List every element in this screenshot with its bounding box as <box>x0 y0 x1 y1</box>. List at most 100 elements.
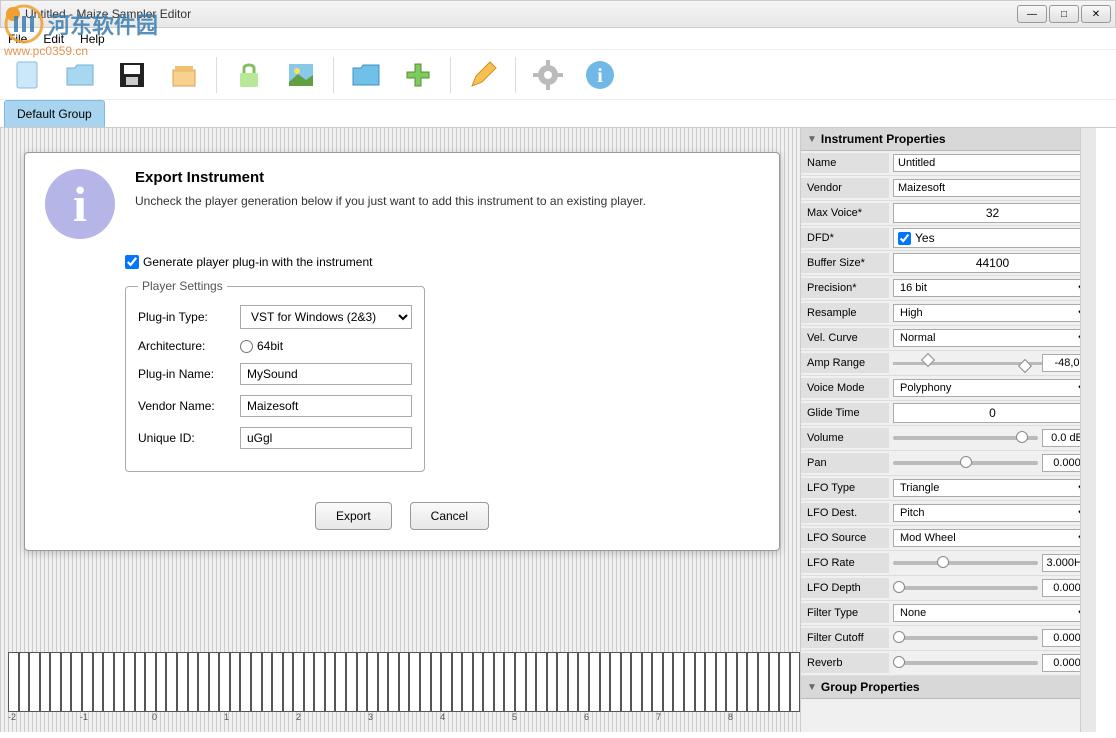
volume-slider[interactable] <box>893 436 1038 440</box>
piano-key[interactable] <box>388 652 399 712</box>
piano-key[interactable] <box>283 652 294 712</box>
instrument-properties-header[interactable]: ▼ Instrument Properties <box>801 128 1096 151</box>
box-icon[interactable] <box>164 55 204 95</box>
tab-default-group[interactable]: Default Group <box>4 100 105 127</box>
menu-help[interactable]: Help <box>80 32 105 46</box>
piano-key[interactable] <box>515 652 526 712</box>
cancel-button[interactable]: Cancel <box>410 502 489 530</box>
piano-key[interactable] <box>240 652 251 712</box>
maximize-button[interactable]: □ <box>1049 5 1079 23</box>
pencil-icon[interactable] <box>463 55 503 95</box>
piano-key[interactable] <box>716 652 727 712</box>
open-folder-icon[interactable] <box>60 55 100 95</box>
reverb-slider[interactable] <box>893 661 1038 665</box>
piano-key[interactable] <box>695 652 706 712</box>
piano-key[interactable] <box>29 652 40 712</box>
piano-key[interactable] <box>114 652 125 712</box>
filtertype-select[interactable]: None <box>893 604 1092 622</box>
filtercutoff-slider[interactable] <box>893 636 1038 640</box>
piano-key[interactable] <box>198 652 209 712</box>
piano-key[interactable] <box>103 652 114 712</box>
piano-key[interactable] <box>589 652 600 712</box>
lforate-slider[interactable] <box>893 561 1038 565</box>
piano-key[interactable] <box>747 652 758 712</box>
plus-icon[interactable] <box>398 55 438 95</box>
save-icon[interactable] <box>112 55 152 95</box>
piano-key[interactable] <box>642 652 653 712</box>
piano-key[interactable] <box>346 652 357 712</box>
precision-select[interactable]: 16 bit <box>893 279 1092 297</box>
piano-key[interactable] <box>779 652 790 712</box>
piano-key[interactable] <box>314 652 325 712</box>
piano-key[interactable] <box>177 652 188 712</box>
piano-key[interactable] <box>124 652 135 712</box>
piano-key[interactable] <box>431 652 442 712</box>
lock-icon[interactable] <box>229 55 269 95</box>
minimize-button[interactable]: — <box>1017 5 1047 23</box>
lfodepth-slider[interactable] <box>893 586 1038 590</box>
piano-key[interactable] <box>547 652 558 712</box>
lfotype-select[interactable]: Triangle <box>893 479 1092 497</box>
piano-key[interactable] <box>61 652 72 712</box>
export-button[interactable]: Export <box>315 502 392 530</box>
piano-key[interactable] <box>188 652 199 712</box>
piano-key[interactable] <box>8 652 19 712</box>
piano-key[interactable] <box>230 652 241 712</box>
piano-key[interactable] <box>71 652 82 712</box>
piano-key[interactable] <box>494 652 505 712</box>
piano-key[interactable] <box>399 652 410 712</box>
plugin-type-select[interactable]: VST for Windows (2&3) <box>240 305 412 329</box>
unique-id-input[interactable] <box>240 427 412 449</box>
piano-key[interactable] <box>409 652 420 712</box>
vendor-input[interactable] <box>893 179 1092 197</box>
generate-checkbox[interactable] <box>125 255 139 269</box>
close-button[interactable]: ✕ <box>1081 5 1111 23</box>
maxvoice-input[interactable]: 32 <box>893 203 1092 223</box>
resample-select[interactable]: High <box>893 304 1092 322</box>
piano-key[interactable] <box>135 652 146 712</box>
gear-icon[interactable] <box>528 55 568 95</box>
piano-key[interactable] <box>526 652 537 712</box>
piano-key[interactable] <box>357 652 368 712</box>
piano-key[interactable] <box>758 652 769 712</box>
scrollbar[interactable] <box>1080 128 1096 732</box>
glide-input[interactable]: 0 <box>893 403 1092 423</box>
piano-key[interactable] <box>19 652 30 712</box>
piano-key[interactable] <box>473 652 484 712</box>
piano-key[interactable] <box>578 652 589 712</box>
piano-key[interactable] <box>93 652 104 712</box>
piano-key[interactable] <box>504 652 515 712</box>
piano-key[interactable] <box>441 652 452 712</box>
piano-key[interactable] <box>262 652 273 712</box>
new-doc-icon[interactable] <box>8 55 48 95</box>
piano-key[interactable] <box>568 652 579 712</box>
folder-blue-icon[interactable] <box>346 55 386 95</box>
lfosrc-select[interactable]: Mod Wheel <box>893 529 1092 547</box>
piano-key[interactable] <box>156 652 167 712</box>
piano-key[interactable] <box>335 652 346 712</box>
piano-key[interactable] <box>251 652 262 712</box>
name-input[interactable] <box>893 154 1092 172</box>
piano-key[interactable] <box>452 652 463 712</box>
piano-key[interactable] <box>272 652 283 712</box>
piano-key[interactable] <box>737 652 748 712</box>
vendor-name-input[interactable] <box>240 395 412 417</box>
piano-key[interactable] <box>631 652 642 712</box>
piano-key[interactable] <box>610 652 621 712</box>
piano-key[interactable] <box>726 652 737 712</box>
piano-keyboard[interactable]: -2-1012345678 <box>8 652 800 724</box>
piano-key[interactable] <box>557 652 568 712</box>
piano-key[interactable] <box>790 652 801 712</box>
pan-slider[interactable] <box>893 461 1038 465</box>
piano-key[interactable] <box>483 652 494 712</box>
piano-key[interactable] <box>166 652 177 712</box>
amprange-slider[interactable] <box>893 355 1042 371</box>
arch-64bit-radio[interactable] <box>240 340 253 353</box>
piano-key[interactable] <box>600 652 611 712</box>
group-properties-header[interactable]: ▼ Group Properties <box>801 676 1096 699</box>
piano-key[interactable] <box>82 652 93 712</box>
picture-icon[interactable] <box>281 55 321 95</box>
piano-key[interactable] <box>684 652 695 712</box>
piano-key[interactable] <box>420 652 431 712</box>
lfodest-select[interactable]: Pitch <box>893 504 1092 522</box>
